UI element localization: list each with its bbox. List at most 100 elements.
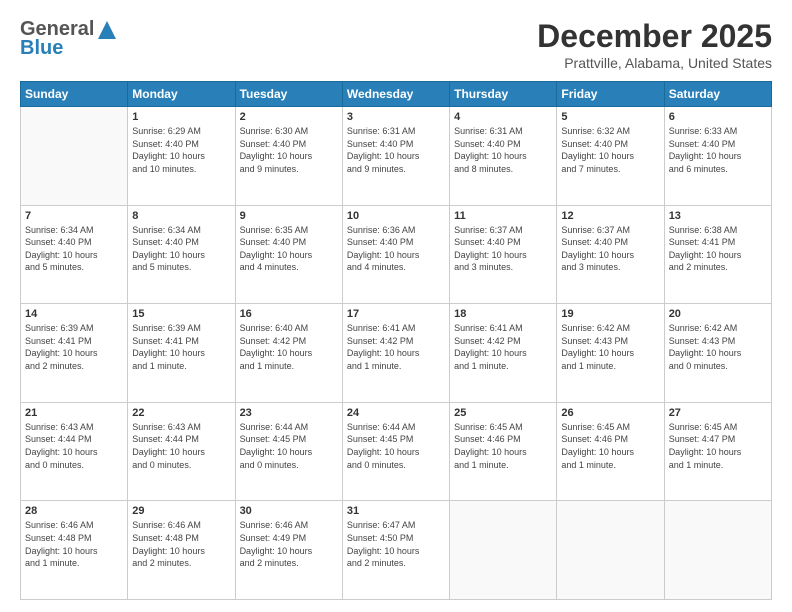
calendar-cell — [557, 501, 664, 600]
calendar-cell: 30 Sunrise: 6:46 AM Sunset: 4:49 PM Dayli… — [235, 501, 342, 600]
day-number: 1 — [132, 111, 230, 123]
day-number: 15 — [132, 308, 230, 320]
day-info: Sunrise: 6:31 AM Sunset: 4:40 PM Dayligh… — [347, 125, 445, 175]
calendar-cell: 25 Sunrise: 6:45 AM Sunset: 4:46 PM Dayli… — [450, 402, 557, 501]
calendar-header-row: Sunday Monday Tuesday Wednesday Thursday… — [21, 82, 772, 107]
day-info: Sunrise: 6:43 AM Sunset: 4:44 PM Dayligh… — [25, 421, 123, 471]
calendar-cell: 3 Sunrise: 6:31 AM Sunset: 4:40 PM Daylig… — [342, 107, 449, 206]
calendar-cell: 24Sunrise: 6:44 AM Sunset: 4:45 PM Dayli… — [342, 402, 449, 501]
day-number: 23 — [240, 407, 338, 419]
calendar-cell: 11Sunrise: 6:37 AM Sunset: 4:40 PM Dayli… — [450, 205, 557, 304]
day-number: 2 — [240, 111, 338, 123]
day-number: 4 — [454, 111, 552, 123]
day-info: Sunrise: 6:45 AM Sunset: 4:46 PM Dayligh… — [454, 421, 552, 471]
calendar-table: Sunday Monday Tuesday Wednesday Thursday… — [20, 81, 772, 600]
col-friday: Friday — [557, 82, 664, 107]
calendar-cell: 9 Sunrise: 6:35 AM Sunset: 4:40 PM Daylig… — [235, 205, 342, 304]
day-info: Sunrise: 6:42 AM Sunset: 4:43 PM Dayligh… — [561, 322, 659, 372]
calendar-cell: 19Sunrise: 6:42 AM Sunset: 4:43 PM Dayli… — [557, 304, 664, 403]
calendar-cell: 6 Sunrise: 6:33 AM Sunset: 4:40 PM Daylig… — [664, 107, 771, 206]
day-info: Sunrise: 6:42 AM Sunset: 4:43 PM Dayligh… — [669, 322, 767, 372]
day-number: 20 — [669, 308, 767, 320]
calendar-cell: 14 Sunrise: 6:39 AM Sunset: 4:41 PM Dayli… — [21, 304, 128, 403]
calendar-cell — [664, 501, 771, 600]
calendar-cell: 5Sunrise: 6:32 AM Sunset: 4:40 PM Daylig… — [557, 107, 664, 206]
day-number: 26 — [561, 407, 659, 419]
day-number: 12 — [561, 210, 659, 222]
month-title: December 2025 — [537, 18, 772, 55]
day-info: Sunrise: 6:34 AM Sunset: 4:40 PM Dayligh… — [132, 224, 230, 274]
calendar-cell — [450, 501, 557, 600]
calendar-cell: 13 Sunrise: 6:38 AM Sunset: 4:41 PM Dayli… — [664, 205, 771, 304]
col-tuesday: Tuesday — [235, 82, 342, 107]
day-info: Sunrise: 6:46 AM Sunset: 4:49 PM Dayligh… — [240, 519, 338, 569]
calendar-cell: 28 Sunrise: 6:46 AM Sunset: 4:48 PM Dayli… — [21, 501, 128, 600]
day-number: 29 — [132, 505, 230, 517]
calendar-week-row-4: 21 Sunrise: 6:43 AM Sunset: 4:44 PM Dayli… — [21, 402, 772, 501]
day-number: 3 — [347, 111, 445, 123]
day-number: 28 — [25, 505, 123, 517]
day-info: Sunrise: 6:47 AM Sunset: 4:50 PM Dayligh… — [347, 519, 445, 569]
day-info: Sunrise: 6:38 AM Sunset: 4:41 PM Dayligh… — [669, 224, 767, 274]
day-number: 16 — [240, 308, 338, 320]
day-info: Sunrise: 6:43 AM Sunset: 4:44 PM Dayligh… — [132, 421, 230, 471]
day-info: Sunrise: 6:41 AM Sunset: 4:42 PM Dayligh… — [454, 322, 552, 372]
day-info: Sunrise: 6:45 AM Sunset: 4:47 PM Dayligh… — [669, 421, 767, 471]
day-number: 27 — [669, 407, 767, 419]
col-wednesday: Wednesday — [342, 82, 449, 107]
calendar-cell: 21 Sunrise: 6:43 AM Sunset: 4:44 PM Dayli… — [21, 402, 128, 501]
col-saturday: Saturday — [664, 82, 771, 107]
day-info: Sunrise: 6:39 AM Sunset: 4:41 PM Dayligh… — [25, 322, 123, 372]
logo-blue: Blue — [20, 37, 63, 60]
day-info: Sunrise: 6:45 AM Sunset: 4:46 PM Dayligh… — [561, 421, 659, 471]
calendar-cell — [21, 107, 128, 206]
day-info: Sunrise: 6:44 AM Sunset: 4:45 PM Dayligh… — [240, 421, 338, 471]
day-number: 18 — [454, 308, 552, 320]
day-info: Sunrise: 6:32 AM Sunset: 4:40 PM Dayligh… — [561, 125, 659, 175]
calendar-cell: 8 Sunrise: 6:34 AM Sunset: 4:40 PM Daylig… — [128, 205, 235, 304]
day-number: 6 — [669, 111, 767, 123]
day-number: 14 — [25, 308, 123, 320]
col-monday: Monday — [128, 82, 235, 107]
day-info: Sunrise: 6:35 AM Sunset: 4:40 PM Dayligh… — [240, 224, 338, 274]
col-thursday: Thursday — [450, 82, 557, 107]
day-info: Sunrise: 6:41 AM Sunset: 4:42 PM Dayligh… — [347, 322, 445, 372]
calendar-cell: 7 Sunrise: 6:34 AM Sunset: 4:40 PM Daylig… — [21, 205, 128, 304]
calendar-cell: 4 Sunrise: 6:31 AM Sunset: 4:40 PM Daylig… — [450, 107, 557, 206]
calendar-week-row-2: 7 Sunrise: 6:34 AM Sunset: 4:40 PM Daylig… — [21, 205, 772, 304]
calendar-cell: 1 Sunrise: 6:29 AM Sunset: 4:40 PM Daylig… — [128, 107, 235, 206]
day-number: 25 — [454, 407, 552, 419]
calendar-cell: 10Sunrise: 6:36 AM Sunset: 4:40 PM Dayli… — [342, 205, 449, 304]
day-number: 7 — [25, 210, 123, 222]
day-number: 31 — [347, 505, 445, 517]
day-info: Sunrise: 6:31 AM Sunset: 4:40 PM Dayligh… — [454, 125, 552, 175]
calendar-cell: 16 Sunrise: 6:40 AM Sunset: 4:42 PM Dayli… — [235, 304, 342, 403]
calendar-cell: 22 Sunrise: 6:43 AM Sunset: 4:44 PM Dayli… — [128, 402, 235, 501]
calendar-week-row-1: 1 Sunrise: 6:29 AM Sunset: 4:40 PM Daylig… — [21, 107, 772, 206]
day-number: 30 — [240, 505, 338, 517]
calendar-week-row-3: 14 Sunrise: 6:39 AM Sunset: 4:41 PM Dayli… — [21, 304, 772, 403]
day-info: Sunrise: 6:30 AM Sunset: 4:40 PM Dayligh… — [240, 125, 338, 175]
calendar-cell: 18 Sunrise: 6:41 AM Sunset: 4:42 PM Dayli… — [450, 304, 557, 403]
calendar-cell: 2 Sunrise: 6:30 AM Sunset: 4:40 PM Daylig… — [235, 107, 342, 206]
day-info: Sunrise: 6:34 AM Sunset: 4:40 PM Dayligh… — [25, 224, 123, 274]
calendar-cell: 26 Sunrise: 6:45 AM Sunset: 4:46 PM Dayli… — [557, 402, 664, 501]
day-info: Sunrise: 6:40 AM Sunset: 4:42 PM Dayligh… — [240, 322, 338, 372]
calendar-cell: 29Sunrise: 6:46 AM Sunset: 4:48 PM Dayli… — [128, 501, 235, 600]
day-number: 8 — [132, 210, 230, 222]
day-info: Sunrise: 6:33 AM Sunset: 4:40 PM Dayligh… — [669, 125, 767, 175]
logo-icon — [96, 19, 118, 41]
day-info: Sunrise: 6:29 AM Sunset: 4:40 PM Dayligh… — [132, 125, 230, 175]
day-number: 17 — [347, 308, 445, 320]
day-number: 9 — [240, 210, 338, 222]
day-info: Sunrise: 6:37 AM Sunset: 4:40 PM Dayligh… — [561, 224, 659, 274]
day-number: 21 — [25, 407, 123, 419]
logo: General Blue — [20, 18, 120, 60]
day-info: Sunrise: 6:46 AM Sunset: 4:48 PM Dayligh… — [25, 519, 123, 569]
day-number: 22 — [132, 407, 230, 419]
calendar-cell: 17 Sunrise: 6:41 AM Sunset: 4:42 PM Dayli… — [342, 304, 449, 403]
calendar-week-row-5: 28 Sunrise: 6:46 AM Sunset: 4:48 PM Dayli… — [21, 501, 772, 600]
day-number: 13 — [669, 210, 767, 222]
location: Prattville, Alabama, United States — [537, 55, 772, 71]
calendar-cell: 27 Sunrise: 6:45 AM Sunset: 4:47 PM Dayli… — [664, 402, 771, 501]
